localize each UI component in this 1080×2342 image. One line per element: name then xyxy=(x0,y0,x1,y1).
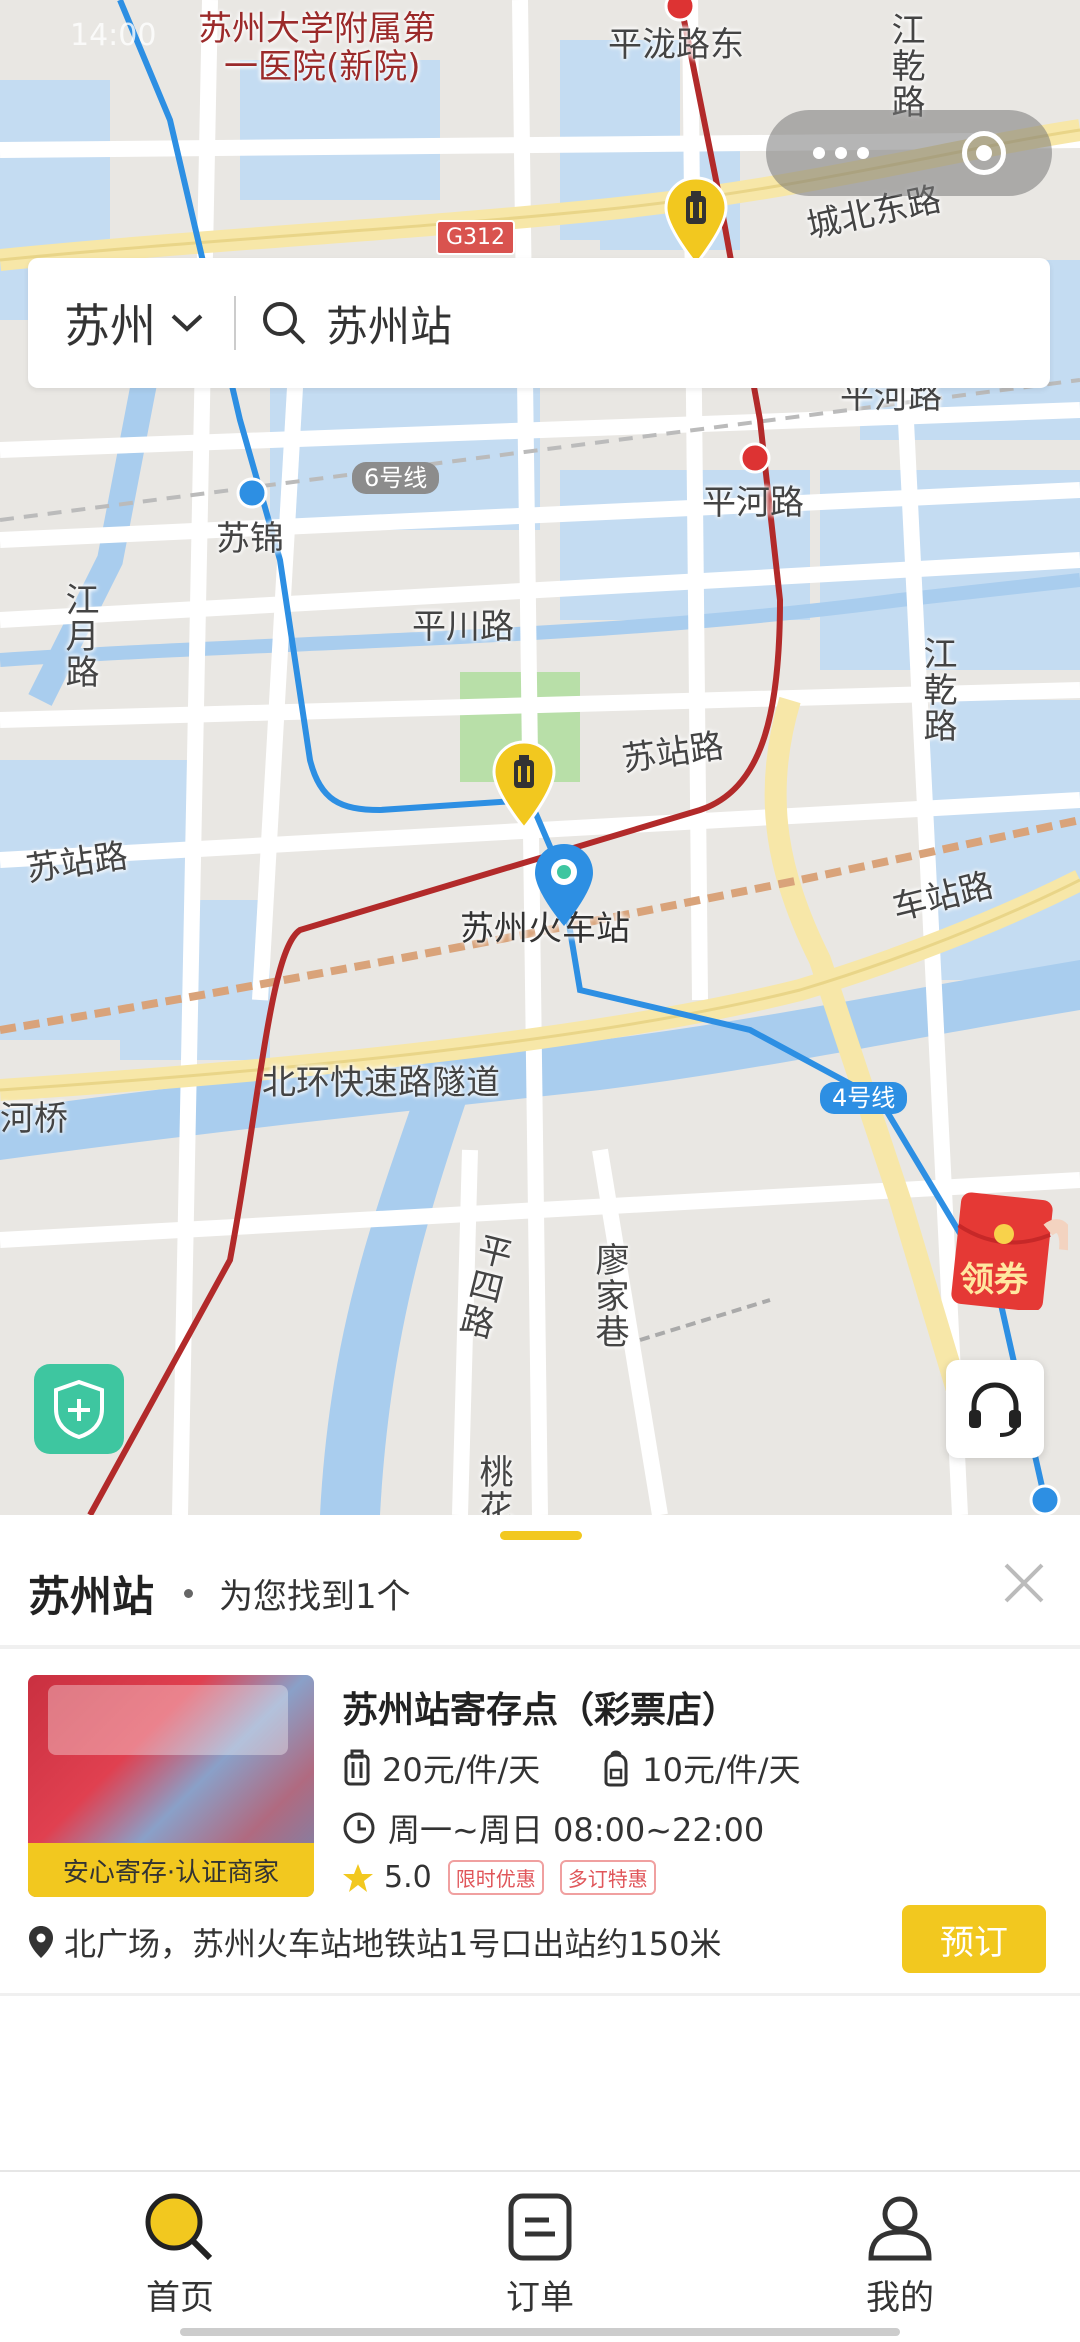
customer-service-button[interactable] xyxy=(946,1360,1044,1458)
price-small-luggage: 10元/件/天 xyxy=(642,1751,801,1789)
rating-row: 5.0 限时优惠 多订特惠 xyxy=(342,1860,656,1895)
divider xyxy=(0,1645,1080,1649)
sujin-station-label: 苏锦 xyxy=(216,519,284,559)
promo-tag: 多订特惠 xyxy=(559,1860,656,1895)
store-address-text: 北广场，苏州火车站地铁站1号口出站约150米 xyxy=(64,1925,722,1963)
g312-shield: G312 xyxy=(436,220,516,255)
search-bar: 苏州 苏州站 xyxy=(28,258,1050,388)
shield-plus-icon xyxy=(54,1379,104,1439)
location-pin-icon xyxy=(535,844,593,926)
tab-profile-label: 我的 xyxy=(866,2278,934,2318)
search-divider xyxy=(234,296,236,350)
separator-dot xyxy=(184,1589,194,1598)
price-large-luggage: 20元/件/天 xyxy=(382,1751,541,1789)
taohua-label: 桃花 xyxy=(473,1454,513,1515)
headset-icon xyxy=(969,1382,1021,1437)
search-input[interactable]: 苏州站 xyxy=(326,293,452,354)
clock-icon xyxy=(343,1812,375,1844)
coupon-button[interactable]: 领券 xyxy=(948,1190,1074,1312)
sheet-drag-handle[interactable] xyxy=(500,1531,582,1540)
user-icon xyxy=(868,2196,932,2261)
luggage-pin-icon[interactable] xyxy=(490,740,558,830)
price-row: 20元/件/天 10元/件/天 xyxy=(342,1745,801,1791)
line4-badge: 4号线 xyxy=(820,1082,908,1115)
he-bridge-label: 河桥 xyxy=(0,1099,68,1139)
hospital-label-1: 苏州大学附属第 xyxy=(198,9,436,49)
results-sheet: 苏州站 为您找到1个 安心寄存·认证商家 苏州站寄存点（彩票店） 20元/件/天… xyxy=(0,1515,1080,2170)
pinghe-station-label: 平河路 xyxy=(702,483,804,523)
luggage-pin-icon[interactable] xyxy=(662,176,730,266)
tab-home-label: 首页 xyxy=(146,2278,214,2318)
sheet-title: 苏州站 xyxy=(28,1572,155,1621)
pingchuan-road-label: 平川路 xyxy=(412,607,514,647)
opening-hours-text: 周一~周日 08:00~22:00 xyxy=(388,1811,765,1849)
suitcase-icon xyxy=(344,1749,370,1786)
tab-orders-label: 订单 xyxy=(506,2278,574,2318)
divider xyxy=(0,1993,1080,1996)
line6-badge: 6号线 xyxy=(352,462,440,495)
store-name: 苏州站寄存点（彩票店） xyxy=(342,1690,739,1731)
home-indicator xyxy=(180,2328,900,2336)
jiangqian-road-top-label: 江乾路 xyxy=(885,12,925,120)
promo-tag: 限时优惠 xyxy=(447,1860,544,1895)
store-address: 北广场，苏州火车站地铁站1号口出站约150米 xyxy=(28,1919,721,1965)
location-icon xyxy=(29,1926,53,1958)
tab-home[interactable]: 首页 xyxy=(80,2192,280,2319)
status-bar-time: 14:00 xyxy=(70,18,157,53)
tab-profile[interactable]: 我的 xyxy=(800,2192,1000,2319)
backpack-icon xyxy=(604,1750,628,1787)
bottom-tab-bar: 首页 订单 我的 xyxy=(0,2170,1080,2342)
city-label: 苏州 xyxy=(64,299,156,353)
hospital-label-2: 一医院(新院) xyxy=(224,47,421,87)
safety-button[interactable] xyxy=(34,1364,124,1454)
rating-value: 5.0 xyxy=(384,1860,432,1895)
chevron-down-icon xyxy=(171,314,203,332)
store-image: 安心寄存·认证商家 xyxy=(28,1675,314,1897)
coupon-label: 领券 xyxy=(960,1260,1028,1300)
jiangqian-road-mid-label: 江乾路 xyxy=(917,636,957,744)
result-count: 为您找到1个 xyxy=(219,1577,411,1617)
more-dots-icon[interactable] xyxy=(812,147,869,159)
jiangyue-road-label: 江月路 xyxy=(59,582,99,690)
search-icon xyxy=(263,302,306,345)
pinglong-road-label: 平泷路东 xyxy=(608,25,744,65)
search-icon xyxy=(145,2193,213,2261)
star-icon xyxy=(343,1863,373,1892)
miniprogram-capsule xyxy=(766,110,1052,196)
store-card[interactable]: 安心寄存·认证商家 苏州站寄存点（彩票店） 20元/件/天 10元/件/天 周一… xyxy=(0,1665,1080,1995)
city-selector[interactable]: 苏州 xyxy=(64,290,204,356)
map-view[interactable]: 14:00 苏州大学附属第 一医院(新院) 平泷路东 江乾路 城北东路 G312… xyxy=(0,0,1080,1515)
order-list-icon xyxy=(508,2193,572,2261)
close-icon[interactable] xyxy=(1000,1559,1048,1607)
liaojia-alley-label: 廖家巷 xyxy=(589,1242,629,1350)
sheet-header: 苏州站 为您找到1个 xyxy=(28,1563,411,1624)
store-image-caption: 安心寄存·认证商家 xyxy=(28,1843,314,1897)
target-circle-icon[interactable] xyxy=(961,131,1006,175)
tab-orders[interactable]: 订单 xyxy=(440,2192,640,2319)
book-button[interactable]: 预订 xyxy=(902,1905,1046,1973)
opening-hours: 周一~周日 08:00~22:00 xyxy=(342,1805,764,1851)
beihuan-tunnel-label: 北环快速路隧道 xyxy=(262,1063,500,1103)
